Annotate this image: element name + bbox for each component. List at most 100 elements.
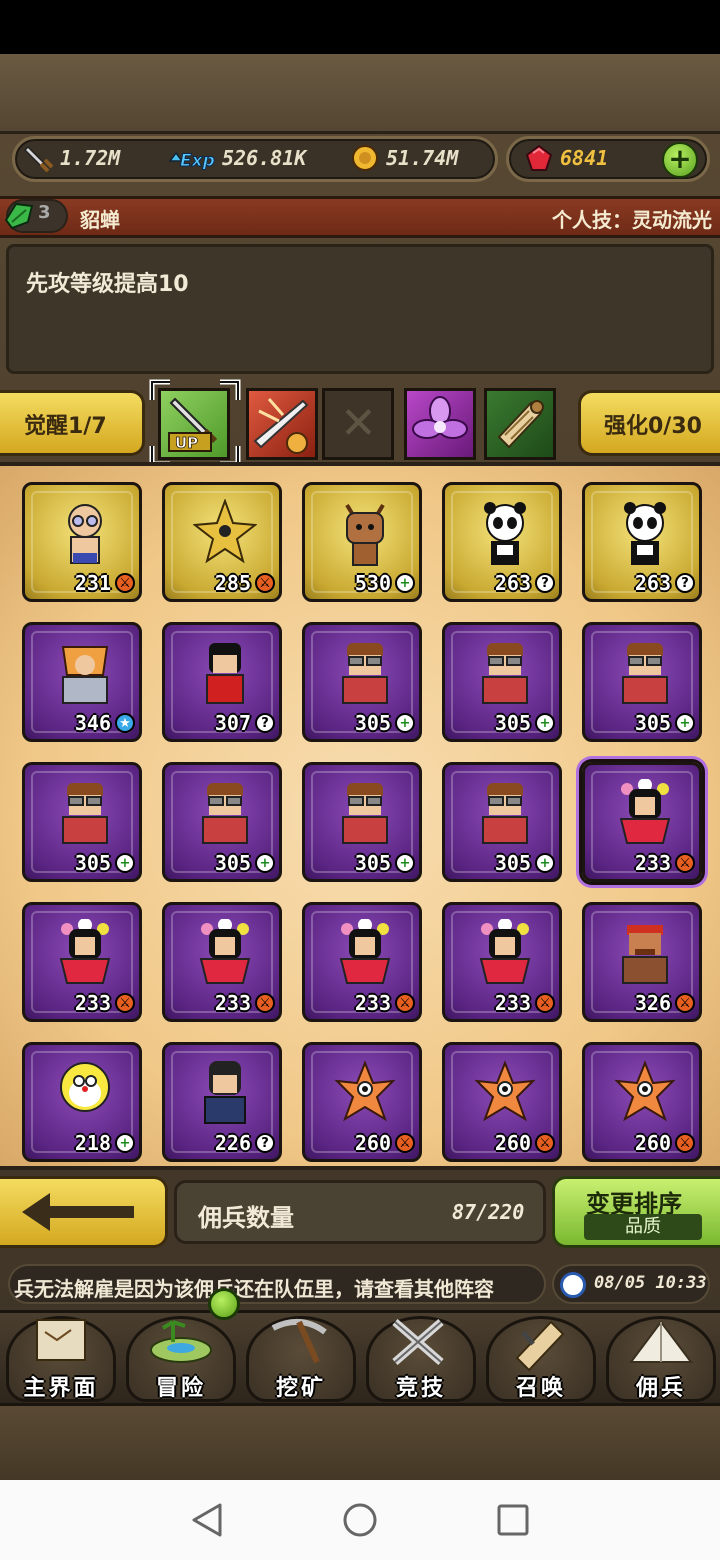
add-gems-button[interactable]: + xyxy=(662,142,698,178)
deer-portrait-icon xyxy=(345,503,385,566)
clock-icon xyxy=(560,1272,586,1298)
skill-slot-scroll[interactable] xyxy=(484,388,556,460)
sword-badge-icon: ⚔ xyxy=(395,1133,415,1153)
mercenary-level: 305 xyxy=(494,711,531,735)
goggles-portrait-icon xyxy=(342,783,388,844)
nav-item-2[interactable]: 冒险 xyxy=(122,1308,240,1404)
mercenary-card[interactable]: 233 ⚔ xyxy=(582,762,702,882)
mercenary-card[interactable]: 305 + xyxy=(582,622,702,742)
flower-icon xyxy=(412,396,468,439)
notification-dot xyxy=(208,1288,240,1320)
mercenary-level: 233 xyxy=(494,991,531,1015)
exp-value: 526.81K xyxy=(222,146,307,170)
mercenary-card[interactable]: 233 ⚔ xyxy=(162,902,282,1022)
nav-item-4[interactable]: 竞技 xyxy=(362,1308,480,1404)
mercenary-card[interactable]: 260 ⚔ xyxy=(442,1042,562,1162)
mercenary-card[interactable]: 226? xyxy=(162,1042,282,1162)
nav-item-6[interactable]: 佣兵 xyxy=(602,1308,720,1404)
sword-badge-icon: ⚔ xyxy=(675,853,695,873)
sword-badge-icon: ⚔ xyxy=(535,993,555,1013)
panda-portrait-icon xyxy=(624,502,666,565)
mercenary-card[interactable]: 326 ⚔ xyxy=(582,902,702,1022)
ticker-text: 兵无法解雇是因为该佣兵还在队伍里，请查看其他阵容 xyxy=(14,1277,494,1301)
starfish-portrait-icon xyxy=(334,1060,396,1122)
skill-slot-blade[interactable] xyxy=(246,388,318,460)
plus-badge-icon: + xyxy=(535,853,555,873)
mercenary-card[interactable]: 260 ⚔ xyxy=(582,1042,702,1162)
mercenary-level: 233 xyxy=(214,991,251,1015)
gold-coin-icon xyxy=(350,143,380,173)
crossed-swords-icon xyxy=(392,1318,444,1366)
back-button[interactable] xyxy=(0,1176,168,1248)
gem-resource: 6841 xyxy=(524,138,608,178)
sword-icon xyxy=(24,143,54,173)
sword-badge-icon: ⚔ xyxy=(395,993,415,1013)
map-scroll-icon xyxy=(36,1319,86,1361)
bottom-decoration xyxy=(0,1406,720,1480)
clock-time: 08/05 10:33 xyxy=(594,1273,707,1293)
mercenary-card[interactable]: 305 + xyxy=(442,622,562,742)
nav-item-5[interactable]: 召唤 xyxy=(482,1308,600,1404)
sword-badge-icon: ⚔ xyxy=(255,573,275,593)
mercenary-card[interactable]: 233 ⚔ xyxy=(302,902,422,1022)
mercenary-level: 305 xyxy=(74,851,111,875)
question-badge-icon: ? xyxy=(535,573,555,593)
mercenary-card[interactable]: 260 ⚔ xyxy=(302,1042,422,1162)
mercenary-level: 305 xyxy=(494,851,531,875)
goggles-portrait-icon xyxy=(342,643,388,704)
skill-description: 先攻等级提高10 xyxy=(26,272,189,297)
mercenary-count-value: 87/220 xyxy=(452,1200,525,1224)
personal-skill-label: 个人技：灵动流光 xyxy=(552,208,712,232)
panda-portrait-icon xyxy=(484,502,526,565)
mercenary-card[interactable]: 305 + xyxy=(302,762,422,882)
ninja-portrait-icon xyxy=(204,1061,246,1124)
mercenary-card[interactable]: 231 ⚔ xyxy=(22,482,142,602)
exp-icon: Exp xyxy=(168,143,216,173)
mercenary-level: 233 xyxy=(634,851,671,875)
plus-badge-icon: + xyxy=(535,713,555,733)
mercenary-card[interactable]: 263? xyxy=(582,482,702,602)
mercenary-card[interactable]: 530 + xyxy=(302,482,422,602)
armored-portrait-icon xyxy=(61,646,109,704)
mercenary-card[interactable]: 218 + xyxy=(22,1042,142,1162)
mercenary-card[interactable]: 233 ⚔ xyxy=(22,902,142,1022)
mercenary-card[interactable]: 307? xyxy=(162,622,282,742)
mercenary-card[interactable]: 305 + xyxy=(302,622,422,742)
mercenary-card[interactable]: 285 ⚔ xyxy=(162,482,282,602)
gold-resource: 51.74M xyxy=(350,138,458,178)
starfish-portrait-icon xyxy=(474,1060,536,1122)
goggles-portrait-icon xyxy=(482,783,528,844)
mercenary-count-label: 佣兵数量 xyxy=(198,1204,294,1232)
mercenary-card[interactable]: 263? xyxy=(442,482,562,602)
mercenary-level: 305 xyxy=(214,851,251,875)
nav-item-3[interactable]: 挖矿 xyxy=(242,1308,360,1404)
sword-badge-icon: ⚔ xyxy=(675,1133,695,1153)
nav-label: 主界面 xyxy=(23,1376,99,1401)
sword-badge-icon: ⚔ xyxy=(115,573,135,593)
gold-value: 51.74M xyxy=(386,146,459,170)
mercenary-level: 263 xyxy=(494,571,531,595)
mercenary-level: 260 xyxy=(494,1131,531,1155)
mercenary-card[interactable]: 346 ★ xyxy=(22,622,142,742)
sort-mode: 品质 xyxy=(584,1214,702,1240)
leaf-icon xyxy=(4,202,34,230)
mercenary-card[interactable]: 233 ⚔ xyxy=(442,902,562,1022)
mercenary-card[interactable]: 305 + xyxy=(22,762,142,882)
level-number: 3 xyxy=(38,202,51,223)
mercenary-level: 260 xyxy=(634,1131,671,1155)
mercenary-level: 305 xyxy=(634,711,671,735)
nav-item-1[interactable]: 主界面 xyxy=(2,1308,120,1404)
skill-slot-flower[interactable] xyxy=(404,388,476,460)
back-triangle-icon[interactable] xyxy=(190,1502,224,1538)
mercenary-card[interactable]: 305 + xyxy=(162,762,282,882)
home-circle-icon[interactable] xyxy=(342,1502,378,1538)
recents-square-icon[interactable] xyxy=(496,1502,530,1538)
mercenary-level: 226 xyxy=(214,1131,251,1155)
plus-badge-icon: + xyxy=(115,1133,135,1153)
sword-badge-icon: ⚔ xyxy=(115,993,135,1013)
mercenary-level: 285 xyxy=(214,571,251,595)
skill-slot-up[interactable]: UP xyxy=(158,388,230,460)
flower-crown-portrait-icon xyxy=(479,919,531,984)
mercenary-card[interactable]: 305 + xyxy=(442,762,562,882)
system-nav-bar xyxy=(0,1480,720,1560)
